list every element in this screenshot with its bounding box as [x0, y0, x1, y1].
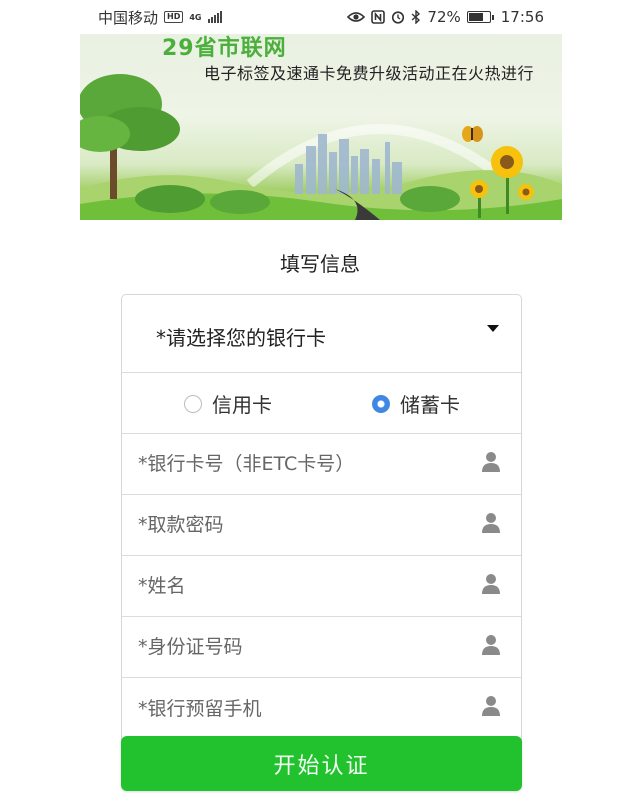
card-type-group: 信用卡 储蓄卡	[122, 373, 521, 434]
bank-card-select-label: *请选择您的银行卡	[156, 326, 326, 350]
alarm-icon	[392, 11, 405, 24]
banner-title: 29省市联网	[162, 36, 287, 61]
clock: 17:56	[500, 8, 544, 26]
status-bar-left: 中国移动 HD 4G	[98, 7, 222, 28]
card-type-credit-radio[interactable]	[184, 394, 202, 413]
carrier-label: 中国移动	[98, 8, 159, 27]
chevron-down-icon	[487, 325, 499, 332]
signal-icon	[207, 11, 222, 23]
id-number-row	[122, 617, 521, 678]
name-row	[122, 556, 521, 617]
info-form: *请选择您的银行卡 信用卡 储蓄卡	[121, 294, 522, 750]
form-title: 填写信息	[280, 252, 360, 276]
withdraw-password-input[interactable]	[122, 495, 521, 555]
network-label: 4G	[189, 12, 202, 22]
user-icon	[482, 696, 500, 716]
card-type-credit-option[interactable]: 信用卡	[184, 389, 272, 418]
bank-card-select[interactable]: *请选择您的银行卡	[122, 295, 521, 373]
card-number-input[interactable]	[122, 434, 521, 494]
card-type-debit-label: 储蓄卡	[400, 393, 460, 417]
promo-banner: 29省市联网 电子标签及速通卡免费升级活动正在火热进行	[80, 34, 562, 220]
nfc-icon	[371, 10, 386, 24]
banner-subtitle: 电子标签及速通卡免费升级活动正在火热进行	[204, 64, 535, 83]
name-input[interactable]	[122, 556, 521, 616]
id-number-input[interactable]	[122, 617, 521, 677]
withdraw-password-row	[122, 495, 521, 556]
phone-input[interactable]	[122, 678, 521, 739]
hd-badge: HD	[164, 11, 184, 23]
user-icon	[482, 635, 500, 655]
user-icon	[482, 452, 500, 472]
phone-row	[122, 678, 521, 739]
start-verification-button[interactable]: 开始认证	[121, 736, 522, 791]
page: 中国移动 HD 4G 72% 17:56 29省市联网 电子标签及速通卡免费升级…	[0, 0, 640, 803]
eye-icon	[347, 12, 366, 22]
status-bar-right: 72% 17:56	[347, 8, 544, 26]
card-type-credit-label: 信用卡	[212, 393, 272, 417]
user-icon	[482, 574, 500, 594]
status-bar: 中国移动 HD 4G 72% 17:56	[0, 0, 640, 34]
user-icon	[482, 513, 500, 533]
battery-percent: 72%	[427, 8, 461, 26]
bluetooth-icon	[411, 10, 421, 24]
card-type-debit-option[interactable]: 储蓄卡	[372, 389, 460, 418]
card-number-row	[122, 434, 521, 495]
battery-icon	[466, 11, 494, 23]
card-type-debit-radio[interactable]	[372, 394, 390, 413]
